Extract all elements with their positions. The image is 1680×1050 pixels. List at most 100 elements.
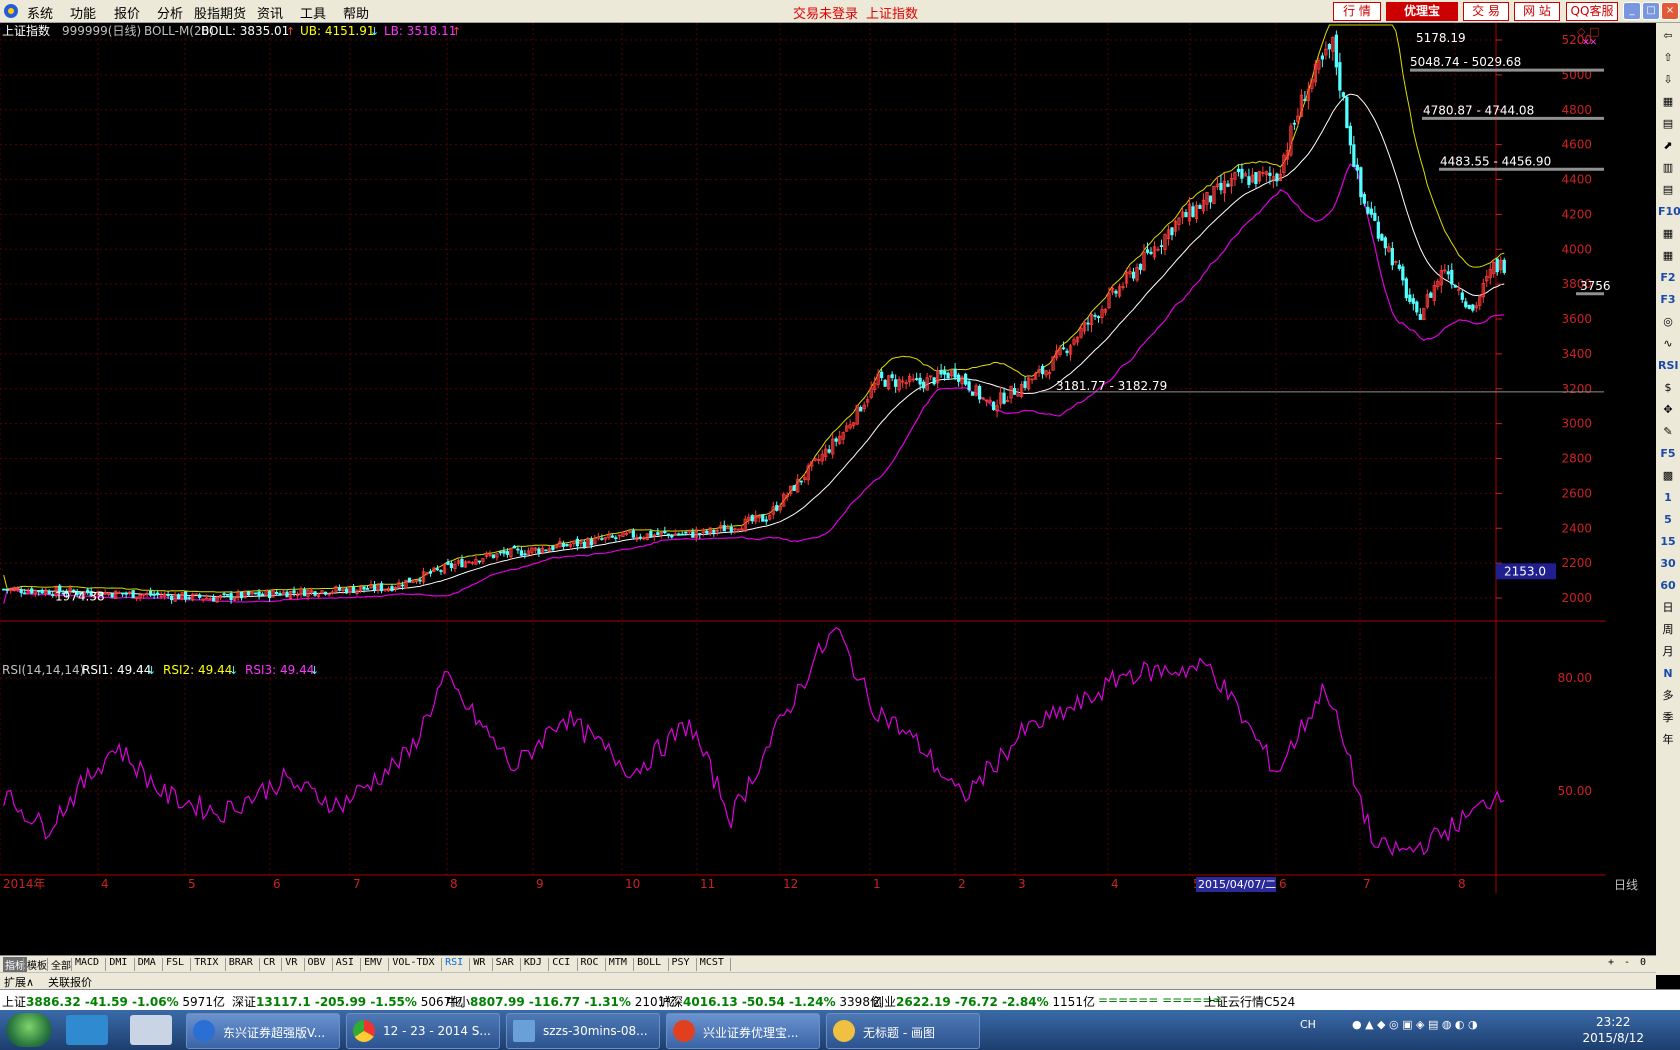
right-toolbar-item[interactable]: N: [1658, 665, 1678, 683]
indicator-tab-emv[interactable]: EMV: [364, 957, 382, 968]
indicator-tab-vr[interactable]: VR: [285, 957, 297, 968]
right-toolbar-item[interactable]: 月: [1658, 643, 1678, 661]
right-toolbar-item[interactable]: ⇦: [1658, 27, 1678, 45]
right-toolbar-item[interactable]: ⇩: [1658, 71, 1678, 89]
indicator-tab-asi[interactable]: ASI: [336, 957, 354, 968]
chart-canvas[interactable]: 5200500048004600440042004000380036003400…: [0, 23, 1680, 960]
right-toolbar-item[interactable]: ⬈: [1658, 137, 1678, 155]
menu-help[interactable]: 帮助: [343, 3, 369, 22]
right-toolbar-item[interactable]: 60: [1658, 577, 1678, 595]
cloud-app-icon[interactable]: [66, 1015, 108, 1045]
right-toolbar-item[interactable]: ▦: [1658, 247, 1678, 265]
right-toolbar-item[interactable]: 日: [1658, 599, 1678, 617]
taskbar-item-xingye[interactable]: 兴业证券优理宝...: [666, 1013, 820, 1049]
right-toolbar-item[interactable]: 1: [1658, 489, 1678, 507]
right-toolbar-item[interactable]: ▤: [1658, 181, 1678, 199]
indicator-tab-cr[interactable]: CR: [263, 957, 275, 968]
taskbar-item-dongxing[interactable]: 东兴证券超强版V...: [186, 1013, 340, 1049]
trade-button[interactable]: 交 易: [1463, 2, 1509, 21]
input-language[interactable]: CH: [1300, 1018, 1316, 1031]
indicator-control-button[interactable]: 0: [1640, 957, 1646, 968]
right-toolbar-item[interactable]: ▩: [1658, 467, 1678, 485]
indicator-tab-roc[interactable]: ROC: [581, 957, 599, 968]
right-toolbar-item[interactable]: 周: [1658, 621, 1678, 639]
indicator-tab-dmi[interactable]: DMI: [109, 957, 127, 968]
right-toolbar-item[interactable]: $: [1658, 379, 1678, 397]
indicator-control-button[interactable]: -: [1624, 957, 1630, 968]
ticker-item-0[interactable]: 上证3886.32 -41.59 -1.06% 5971亿: [2, 993, 225, 1010]
right-toolbar-item[interactable]: RSI: [1658, 357, 1679, 375]
right-toolbar-item[interactable]: ▤: [1658, 115, 1678, 133]
right-toolbar-item[interactable]: ▦: [1658, 225, 1678, 243]
right-toolbar-item[interactable]: 15: [1658, 533, 1678, 551]
right-toolbar-item[interactable]: ▥: [1658, 159, 1678, 177]
qq-service-button[interactable]: QQ客服: [1566, 2, 1618, 21]
right-toolbar-item[interactable]: F5: [1658, 445, 1678, 463]
indicator-tab-cci[interactable]: CCI: [552, 957, 570, 968]
cloud-quote-label[interactable]: 上证云行情C524: [1204, 993, 1295, 1010]
indicator-tab-obv[interactable]: OBV: [308, 957, 326, 968]
taskbar-item-chrome[interactable]: 12 - 23 - 2014 S...: [346, 1013, 500, 1049]
close-button[interactable]: ×: [1661, 2, 1679, 20]
menu-quote[interactable]: 报价: [114, 3, 140, 22]
taskbar-item-paint[interactable]: 无标题 - 画图: [826, 1013, 980, 1049]
right-toolbar-item[interactable]: ✎: [1658, 423, 1678, 441]
indicator-tab-fsl[interactable]: FSL: [166, 957, 184, 968]
related-quote-tab[interactable]: 关联报价: [48, 974, 92, 990]
maximize-button[interactable]: □: [1642, 2, 1660, 20]
indicator-tab-brar[interactable]: BRAR: [229, 957, 253, 968]
indicator-tab-psy[interactable]: PSY: [672, 957, 690, 968]
right-toolbar-item[interactable]: F3: [1658, 291, 1678, 309]
indicator-tab-mcst[interactable]: MCST: [700, 957, 724, 968]
indicator-tab-dma[interactable]: DMA: [138, 957, 156, 968]
indicator-tab-trix[interactable]: TRIX: [194, 957, 218, 968]
trade-login-status[interactable]: 交易未登录: [793, 3, 858, 22]
indicator-tab-rsi[interactable]: RSI: [445, 957, 463, 968]
website-button[interactable]: 网 站: [1514, 2, 1560, 21]
menu-tools[interactable]: 工具: [300, 3, 326, 22]
chart-close-icon[interactable]: ◇ □: [1577, 25, 1599, 38]
ticker-item-4[interactable]: 创业2622.19 -76.72 -2.84% 1151亿: [872, 993, 1095, 1010]
start-button[interactable]: [6, 1013, 52, 1047]
right-toolbar-item[interactable]: F2: [1658, 269, 1678, 287]
right-toolbar-item[interactable]: 30: [1658, 555, 1678, 573]
system-clock[interactable]: 23:22 2015/8/12: [1582, 1014, 1644, 1046]
menu-system[interactable]: 系统: [27, 3, 53, 22]
chart-expand-icon[interactable]: ✕✕: [1582, 38, 1597, 48]
right-toolbar-item[interactable]: F10: [1658, 203, 1680, 221]
ticker-item-3[interactable]: 沪深4016.13 -50.54 -1.24% 3398亿: [659, 993, 882, 1010]
taskbar-item-image[interactable]: szzs-30mins-08...: [506, 1013, 660, 1049]
menu-analysis[interactable]: 分析: [157, 3, 183, 22]
right-toolbar-item[interactable]: ⇧: [1658, 49, 1678, 67]
indicator-tab-kdj[interactable]: KDJ: [524, 957, 542, 968]
indicator-tab-boll[interactable]: BOLL: [637, 957, 661, 968]
candle-body: [575, 538, 579, 547]
ticker-item-2[interactable]: 中小8807.99 -116.77 -1.31% 2101亿: [446, 993, 677, 1010]
tray-icons[interactable]: ● ▲ ◆ ◎ ▣ ◈ ▤ ◍ ◐ ◑: [1352, 1018, 1478, 1031]
right-toolbar-item[interactable]: ▦: [1658, 93, 1678, 111]
menu-news[interactable]: 资讯: [257, 3, 283, 22]
indicator-tab-wr[interactable]: WR: [473, 957, 485, 968]
right-toolbar-item[interactable]: 多: [1658, 687, 1678, 705]
indicator-tab-mtm[interactable]: MTM: [609, 957, 627, 968]
indicator-tab-vol-tdx[interactable]: VOL-TDX: [392, 957, 434, 968]
indicator-tab-macd[interactable]: MACD: [75, 957, 99, 968]
right-toolbar-item[interactable]: 季: [1658, 709, 1678, 727]
quote-button[interactable]: 行 情: [1333, 2, 1381, 21]
calculator-icon[interactable]: [130, 1015, 172, 1045]
indicator-tab-全部[interactable]: 全部: [51, 957, 71, 972]
minimize-button[interactable]: _: [1623, 2, 1641, 20]
right-toolbar-item[interactable]: ◎: [1658, 313, 1678, 331]
right-toolbar-item[interactable]: 5: [1658, 511, 1678, 529]
right-toolbar-item[interactable]: ∿: [1658, 335, 1678, 353]
indicator-tab-sar[interactable]: SAR: [496, 957, 514, 968]
menu-function[interactable]: 功能: [70, 3, 96, 22]
menu-futures[interactable]: 股指期货: [194, 3, 246, 22]
indicator-tab-模板[interactable]: 模板: [27, 957, 47, 972]
right-toolbar-item[interactable]: ✥: [1658, 401, 1678, 419]
expand-toggle[interactable]: 扩展∧: [4, 974, 34, 990]
right-toolbar-item[interactable]: 年: [1658, 731, 1678, 749]
youlibao-button[interactable]: 优理宝: [1386, 2, 1458, 21]
indicator-control-button[interactable]: +: [1608, 957, 1614, 968]
ticker-item-1[interactable]: 深证13117.1 -205.99 -1.55% 5067亿: [232, 993, 463, 1010]
